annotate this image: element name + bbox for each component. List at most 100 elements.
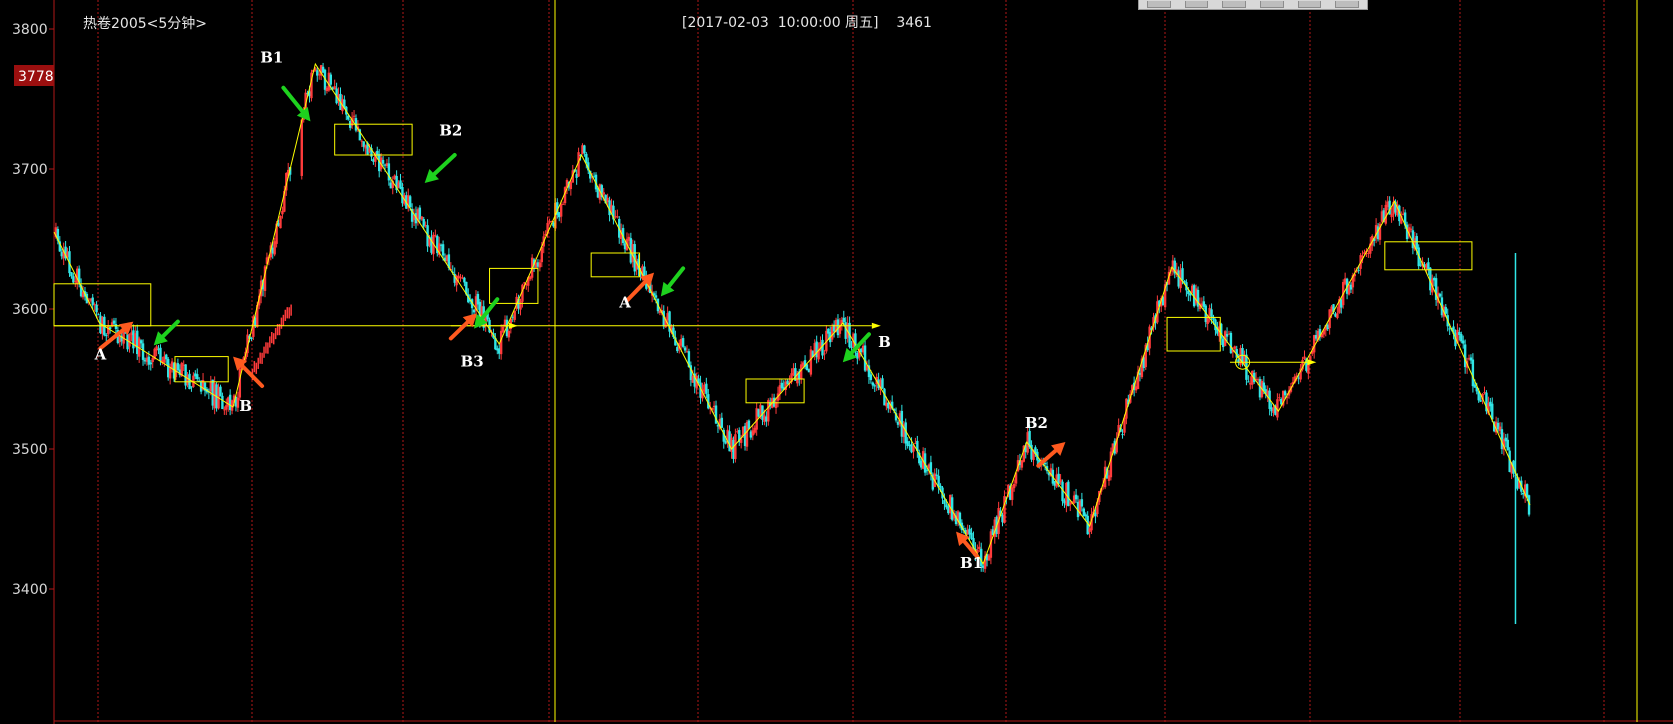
candle-body bbox=[1506, 439, 1509, 451]
instrument-title: 热卷2005<5分钟> bbox=[83, 15, 207, 32]
candle-body bbox=[1012, 483, 1016, 489]
candle-body bbox=[654, 295, 658, 298]
candle-body bbox=[1303, 356, 1306, 360]
candle-body bbox=[906, 441, 909, 446]
candle-body bbox=[561, 203, 565, 205]
toolbar-button[interactable] bbox=[1184, 1, 1209, 8]
candle-body bbox=[925, 470, 929, 472]
candle-body bbox=[1080, 499, 1084, 507]
candle-body bbox=[583, 145, 586, 154]
candle-body bbox=[159, 347, 162, 361]
candle-body bbox=[538, 262, 542, 268]
candle-body bbox=[513, 310, 516, 320]
candle-body bbox=[912, 446, 915, 452]
candle-body bbox=[1233, 346, 1236, 349]
candle-body bbox=[1067, 481, 1070, 507]
candle-body bbox=[1121, 434, 1124, 436]
candle-body bbox=[734, 434, 737, 460]
candle-body bbox=[105, 335, 108, 337]
candle-body bbox=[128, 334, 131, 347]
candle-body bbox=[463, 277, 466, 283]
chart-background bbox=[0, 0, 1673, 724]
signal-label: B2 bbox=[439, 121, 462, 139]
candle-body bbox=[1210, 309, 1213, 317]
candle-body bbox=[519, 301, 522, 310]
y-tick-label: 3500 bbox=[12, 442, 48, 458]
candle-body bbox=[381, 159, 385, 164]
candle-body bbox=[939, 485, 942, 488]
candle-body bbox=[112, 320, 116, 324]
mini-toolbar bbox=[1138, 0, 1368, 10]
candle-body bbox=[176, 363, 180, 371]
candle-body bbox=[943, 500, 946, 504]
toolbar-button[interactable] bbox=[1297, 1, 1322, 8]
candle-body bbox=[114, 324, 118, 330]
y-tick-label: 3400 bbox=[12, 582, 48, 598]
signal-label: A bbox=[618, 294, 631, 312]
toolbar-button[interactable] bbox=[1335, 1, 1360, 8]
candle-body bbox=[935, 474, 938, 476]
candle-body bbox=[1357, 269, 1360, 271]
candle-body bbox=[70, 272, 73, 277]
candle-body bbox=[1074, 494, 1078, 500]
candle-body bbox=[1384, 204, 1387, 224]
signal-label: B1 bbox=[960, 554, 983, 572]
candle-body bbox=[1462, 340, 1465, 344]
candle-body bbox=[250, 337, 253, 340]
candle-body bbox=[196, 374, 199, 380]
candle-body bbox=[1460, 334, 1463, 342]
candle-body bbox=[279, 215, 282, 229]
candle-body bbox=[881, 378, 884, 389]
candle-body bbox=[300, 119, 303, 176]
candle-body bbox=[1181, 268, 1184, 281]
candle-body bbox=[978, 546, 981, 550]
candle-body bbox=[1444, 307, 1447, 314]
candle-body bbox=[616, 216, 619, 218]
candle-body bbox=[165, 354, 168, 360]
toolbar-button[interactable] bbox=[1260, 1, 1284, 8]
candle-body bbox=[155, 346, 158, 351]
toolbar-button[interactable] bbox=[1147, 1, 1171, 8]
candlestick-chart[interactable]: 3400 3500 3600 3700 3800 A B B1 B2 B3 A B B1 B2 热卷20… bbox=[0, 0, 1673, 724]
toolbar-button[interactable] bbox=[1222, 1, 1247, 8]
candle-body bbox=[1247, 381, 1250, 383]
candle-body bbox=[1438, 293, 1442, 297]
candle-body bbox=[1003, 496, 1006, 523]
candle-body bbox=[149, 362, 152, 365]
candle-body bbox=[1409, 228, 1413, 230]
candle-body bbox=[507, 330, 511, 338]
candle-body bbox=[585, 153, 588, 163]
candle-body bbox=[408, 196, 412, 208]
candle-body bbox=[221, 395, 224, 410]
candle-body bbox=[1183, 280, 1186, 283]
signal-label: B3 bbox=[461, 352, 484, 370]
candle-body bbox=[1415, 236, 1418, 249]
signal-label: B2 bbox=[1025, 414, 1048, 432]
candle-body bbox=[786, 380, 789, 385]
candle-body bbox=[869, 374, 873, 381]
signal-label: B bbox=[239, 397, 252, 415]
candle-body bbox=[501, 326, 505, 332]
current-price-tag: 3778 bbox=[18, 69, 54, 85]
cursor-info: [2017-02-03 10:00:00 周五] 3461 bbox=[682, 15, 932, 31]
candle-body bbox=[107, 325, 110, 335]
candle-body bbox=[1278, 397, 1281, 399]
candle-body bbox=[873, 385, 876, 387]
candle-body bbox=[1390, 213, 1393, 218]
candle-body bbox=[871, 382, 875, 386]
candle-body bbox=[1283, 391, 1287, 396]
y-tick-label: 3800 bbox=[12, 22, 48, 38]
candle-body bbox=[168, 368, 172, 379]
candle-body bbox=[681, 338, 685, 347]
candle-body bbox=[219, 386, 222, 397]
candle-body bbox=[1059, 479, 1062, 483]
candle-body bbox=[1057, 473, 1060, 484]
candle-body bbox=[705, 383, 708, 394]
signal-label: B bbox=[878, 333, 891, 351]
candle-body bbox=[842, 317, 845, 322]
candle-body bbox=[352, 115, 356, 117]
candle-body bbox=[441, 244, 445, 256]
y-tick-label: 3600 bbox=[12, 302, 48, 318]
candle-body bbox=[1479, 400, 1482, 402]
candle-body bbox=[1491, 403, 1494, 420]
